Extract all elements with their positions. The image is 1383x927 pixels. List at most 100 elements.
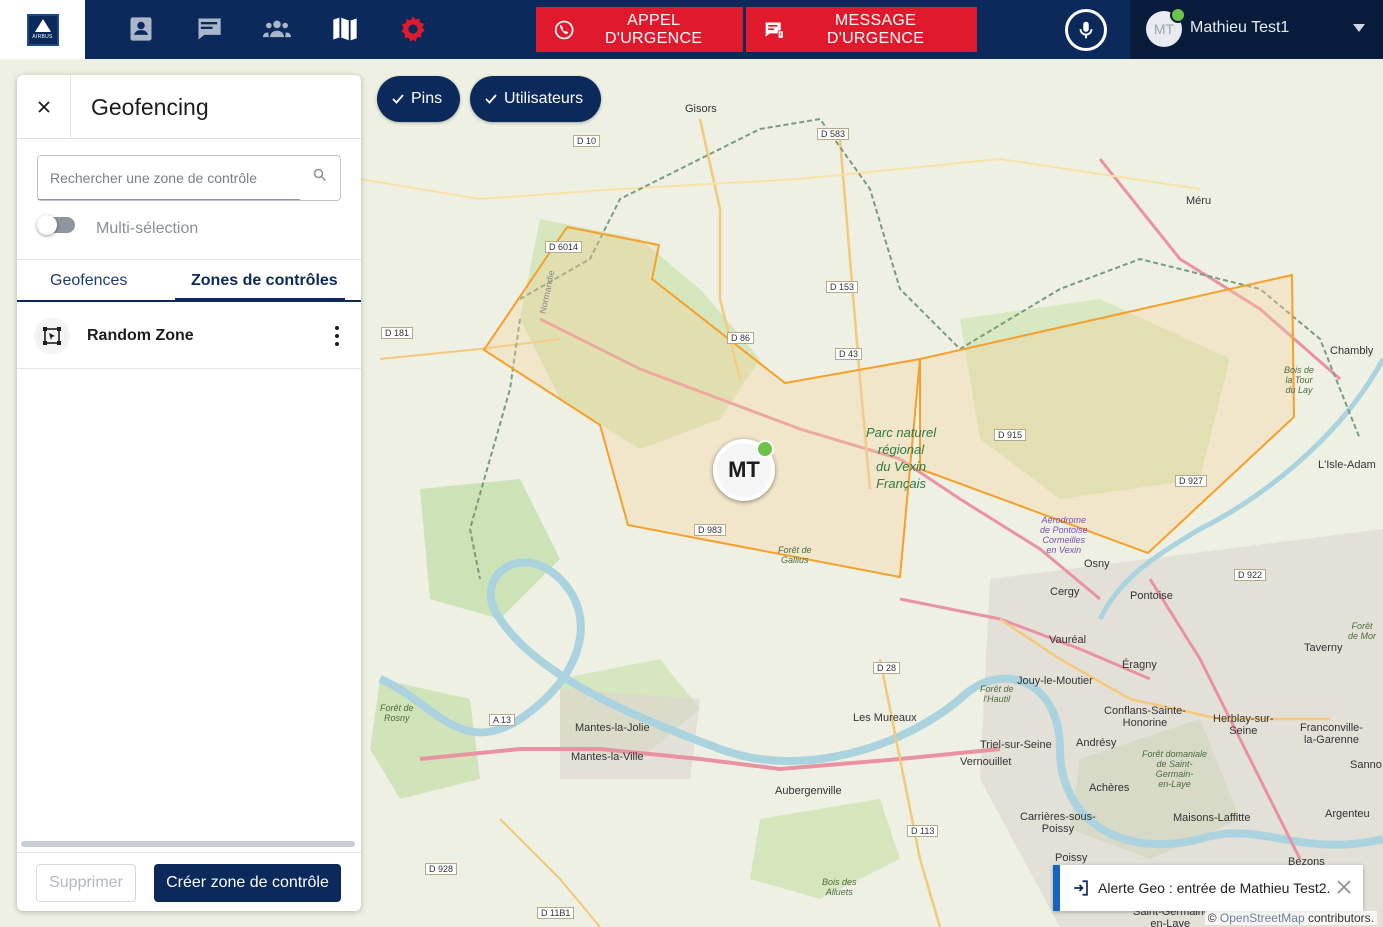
- map-label-aubergenville: Aubergenville: [775, 785, 842, 797]
- messages-icon[interactable]: [192, 12, 226, 46]
- horizontal-scrollbar[interactable]: [21, 841, 355, 847]
- map-label-carrieres: Carrières-sous- Poissy: [1020, 811, 1096, 835]
- emergency-call-label: APPEL D'URGENCE: [604, 11, 703, 47]
- marker-initials: MT: [728, 457, 760, 482]
- map-label-pontoise: Pontoise: [1130, 590, 1173, 602]
- map-label-bois-alluets: Bois des Alluets: [822, 877, 857, 897]
- contacts-icon[interactable]: [124, 12, 158, 46]
- close-icon: [37, 101, 50, 113]
- map-label-isle-adam: L'Isle-Adam: [1318, 459, 1376, 471]
- map-label-park: Parc naturel régional du Vexin Français: [866, 425, 937, 491]
- map-label-foret-gallius: Forêt de Gallius: [778, 545, 812, 565]
- map-label-foret-stgermain: Forêt domaniale de Saint- Germain- en-La…: [1142, 749, 1208, 789]
- close-panel-button[interactable]: [17, 75, 71, 139]
- avatar-initials: MT: [1153, 21, 1175, 37]
- map-label-vernouillet: Vernouillet: [960, 756, 1012, 768]
- groups-icon[interactable]: [260, 12, 294, 46]
- toggle-knob: [37, 215, 57, 235]
- multiselect-toggle[interactable]: [37, 215, 75, 235]
- map-label-sannois: Sanno: [1350, 759, 1382, 771]
- map-label-foret-rosny: Forêt de Rosny: [380, 703, 414, 723]
- map-label-les-mureaux: Les Mureaux: [853, 712, 917, 724]
- road-label-d928: D 928: [425, 863, 458, 875]
- road-label-d86: D 86: [727, 332, 755, 344]
- geofencing-panel: Geofencing Multi-sélection Geofences Zon…: [17, 75, 361, 911]
- user-name: Mathieu Test1: [1190, 19, 1290, 36]
- emergency-message-icon: [765, 21, 784, 39]
- map-label-jouy: Jouy-le-Moutier: [1017, 675, 1093, 687]
- map-label-eragny: Éragny: [1122, 659, 1157, 671]
- road-label-d113: D 113: [907, 825, 939, 837]
- push-to-talk-button[interactable]: [1065, 9, 1107, 51]
- more-options-icon[interactable]: [327, 326, 347, 346]
- panel-footer: Supprimer Créer zone de contrôle: [17, 852, 361, 911]
- road-label-d983: D 983: [694, 524, 727, 536]
- road-label-d28: D 28: [873, 662, 901, 674]
- delete-button[interactable]: Supprimer: [36, 864, 136, 902]
- road-label-d153: D 153: [826, 281, 859, 293]
- filter-chip-pins[interactable]: Pins: [377, 76, 461, 122]
- close-icon[interactable]: [1335, 878, 1353, 896]
- panel-title: Geofencing: [91, 94, 209, 120]
- search-icon[interactable]: [312, 167, 328, 183]
- airbus-logo: AIRBUS: [0, 0, 85, 59]
- create-zone-button[interactable]: Créer zone de contrôle: [154, 864, 341, 902]
- map-label-bois-tour: Bois de la Tour du Lay: [1284, 365, 1315, 395]
- road-label-d583: D 583: [817, 128, 850, 140]
- filter-chip-label: Utilisateurs: [504, 90, 584, 107]
- check-icon: [392, 94, 404, 104]
- map-label-acheres: Achères: [1089, 782, 1130, 794]
- top-bar: AIRBUS APPEL D'URGENCE MESSAGE D'URGENCE…: [0, 0, 1383, 59]
- map-label-maisons-laffitte: Maisons-Laffitte: [1173, 812, 1251, 824]
- road-label-d10: D 10: [573, 135, 601, 147]
- panel-header: Geofencing: [17, 75, 361, 139]
- map-label-aerodrome: Aérodrome de Pontoise Cormeilles en Vexi…: [1040, 515, 1088, 555]
- user-menu[interactable]: MT Mathieu Test1: [1130, 0, 1383, 59]
- map-label-chambly: Chambly: [1330, 345, 1374, 357]
- chevron-down-icon[interactable]: [1353, 24, 1365, 32]
- filter-chip-label: Pins: [411, 90, 443, 107]
- zone-search: [37, 155, 341, 201]
- map-label-gisors: Gisors: [685, 103, 717, 115]
- map-attribution: © OpenStreetMap contributors.: [1204, 911, 1377, 925]
- map-label-vaureal: Vauréal: [1049, 634, 1087, 646]
- road-label-a13: A 13: [489, 714, 516, 726]
- map-label-triel: Triel-sur-Seine: [980, 739, 1052, 751]
- road-label-d11b1: D 11B1: [537, 907, 575, 919]
- road-label-d43: D 43: [835, 348, 863, 360]
- zone-name: Random Zone: [87, 327, 194, 344]
- emergency-message-button[interactable]: MESSAGE D'URGENCE: [746, 7, 977, 52]
- map-label-mantes-ville: Mantes-la-Ville: [571, 751, 644, 763]
- emergency-call-button[interactable]: APPEL D'URGENCE: [536, 7, 743, 52]
- map-label-mantes-jolie: Mantes-la-Jolie: [575, 722, 650, 734]
- panel-tabs: Geofences Zones de contrôles: [17, 259, 361, 302]
- map-label-poissy: Poissy: [1055, 852, 1088, 864]
- check-icon: [485, 94, 497, 104]
- map-label-argenteuil: Argenteu: [1325, 808, 1370, 820]
- tab-control-zones[interactable]: Zones de contrôles: [191, 272, 338, 290]
- active-tab-indicator: [175, 298, 345, 302]
- toast-message: Alerte Geo : entrée de Mathieu Test2.: [1098, 880, 1331, 896]
- filter-chip-users[interactable]: Utilisateurs: [470, 76, 602, 122]
- settings-icon[interactable]: [396, 12, 430, 46]
- geo-alert-toast: Alerte Geo : entrée de Mathieu Test2.: [1053, 865, 1363, 911]
- list-item[interactable]: Random Zone: [17, 303, 361, 369]
- tab-geofences[interactable]: Geofences: [50, 272, 127, 290]
- enter-icon: [1074, 880, 1088, 896]
- map-icon[interactable]: [328, 12, 362, 46]
- emergency-call-icon: [554, 20, 574, 39]
- online-status-dot: [1170, 7, 1186, 23]
- user-location-marker[interactable]: MT: [713, 439, 775, 501]
- map-label-franconville: Franconville- la-Garenne: [1300, 722, 1363, 746]
- zone-shape-icon: [34, 318, 70, 354]
- logo-icon: AIRBUS: [26, 13, 59, 46]
- microphone-icon: [1079, 21, 1093, 39]
- osm-link[interactable]: OpenStreetMap: [1220, 911, 1305, 925]
- road-label-d922: D 922: [1234, 569, 1267, 581]
- road-label-d181: D 181: [381, 327, 414, 339]
- map-label-foret-mor: Forêt de Mor: [1348, 621, 1377, 641]
- map-label-cergy: Cergy: [1050, 586, 1080, 598]
- map-label-taverny: Taverny: [1304, 642, 1343, 654]
- search-input[interactable]: [38, 156, 300, 200]
- road-label-d915: D 915: [994, 429, 1027, 441]
